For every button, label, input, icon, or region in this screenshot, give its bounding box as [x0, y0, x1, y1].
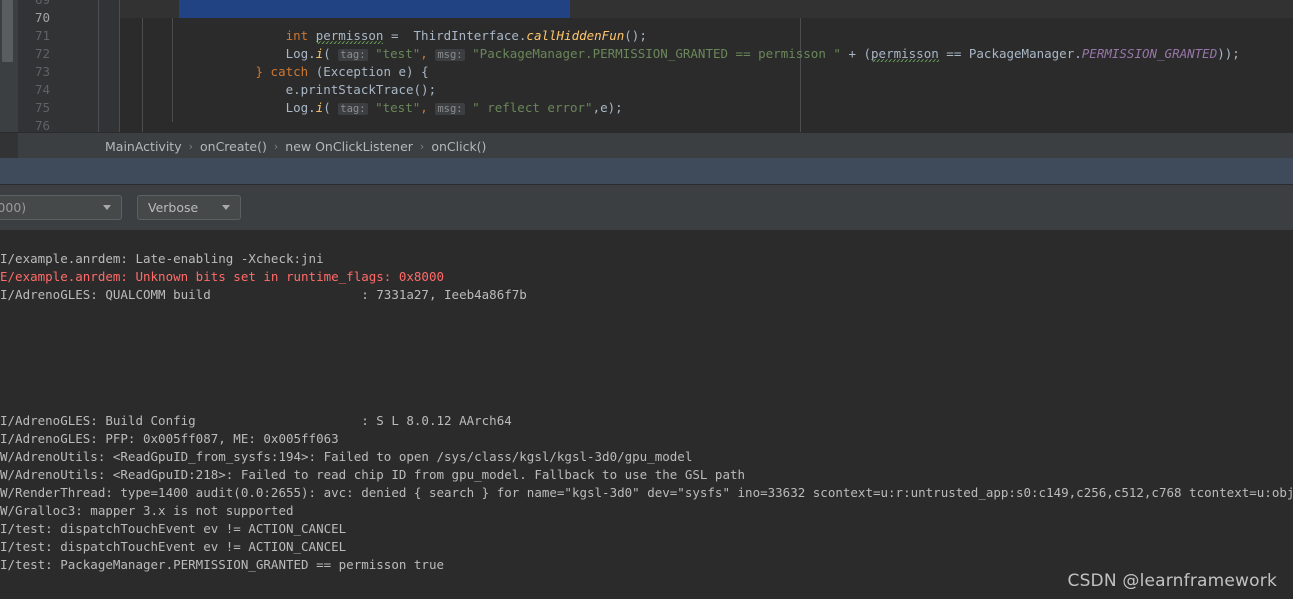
log-level-label: Verbose [148, 200, 199, 215]
code-line[interactable]: } [120, 117, 1293, 132]
editor-fold-column[interactable] [58, 0, 153, 132]
code-text-area[interactable]: int permisson = ThirdInterface.callHidde… [98, 0, 1293, 132]
line-number: 70 [34, 10, 50, 25]
chevron-down-icon[interactable] [103, 205, 111, 210]
log-line: W/AdrenoUtils: <ReadGpuID:218>: Failed t… [0, 467, 746, 482]
line-number: 69 [18, 0, 50, 9]
breadcrumb-item-mainactivity[interactable]: MainActivity [104, 139, 183, 154]
device-pid-label: (29000) [0, 200, 27, 215]
editor-gutter[interactable]: 69 70 71 72 73 74 75 76 [18, 0, 58, 132]
chevron-down-icon[interactable] [222, 205, 230, 210]
log-level-dropdown[interactable]: Verbose [137, 195, 241, 220]
log-line: W/Gralloc3: mapper 3.x is not supported [0, 503, 294, 518]
log-line: I/example.anrdem: Late-enabling -Xcheck:… [0, 251, 324, 266]
code-editor-pane: 69 70 71 72 73 74 75 76 [0, 0, 1293, 132]
line-number: 71 [34, 28, 50, 43]
code-line[interactable]: Log.i( tag: "test", msg: " reflect error… [120, 81, 1293, 115]
log-line: I/test: dispatchTouchEvent ev != ACTION_… [0, 539, 347, 554]
breadcrumb: MainActivity › onCreate() › new OnClickL… [104, 133, 487, 159]
editor-scrollbar-thumb[interactable] [2, 0, 13, 62]
line-number: 74 [34, 82, 50, 97]
log-line: I/AdrenoGLES: PFP: 0x005ff087, ME: 0x005… [0, 431, 339, 446]
code-line[interactable] [120, 0, 1293, 9]
indent-guide [98, 0, 99, 132]
breadcrumb-separator-icon: › [273, 139, 279, 153]
breadcrumb-item-oncreate[interactable]: onCreate() [199, 139, 268, 154]
android-studio-window: 69 70 71 72 73 74 75 76 [0, 0, 1293, 599]
code-line[interactable]: e.printStackTrace(); [120, 63, 1293, 97]
log-line: I/test: dispatchTouchEvent ev != ACTION_… [0, 521, 347, 536]
breadcrumb-item-onclick[interactable]: onClick() [430, 139, 487, 154]
line-number: 76 [34, 118, 50, 132]
log-line: W/RenderThread: type=1400 audit(0.0:2655… [0, 485, 1293, 500]
breadcrumb-item-onclicklistener[interactable]: new OnClickListener [284, 139, 414, 154]
code-line[interactable]: } catch (Exception e) { [120, 45, 1293, 79]
log-line: W/AdrenoUtils: <ReadGpuID_from_sysfs:194… [0, 449, 693, 464]
watermark: CSDN @learnframework [1067, 571, 1277, 591]
breadcrumb-bar: MainActivity › onCreate() › new OnClickL… [0, 132, 1293, 159]
log-line: I/AdrenoGLES: Build Config : S L 8.0.12 … [0, 413, 512, 428]
line-number: 73 [34, 64, 50, 79]
editor-left-scrollbar[interactable] [0, 0, 18, 132]
log-line: I/test: PackageManager.PERMISSION_GRANTE… [0, 557, 445, 572]
logcat-output-area[interactable]: I/example.anrdem: Late-enabling -Xcheck:… [0, 230, 1293, 599]
log-line: I/AdrenoGLES: QUALCOMM build : 7331a27, … [0, 287, 527, 302]
code-line[interactable]: Log.i( tag: "test", msg: "PackageManager… [120, 27, 1293, 64]
code-line[interactable] [120, 99, 1293, 117]
logcat-toolbar: mo (29000) Verbose Regex Show only selec… [0, 185, 1293, 405]
breadcrumb-separator-icon: › [188, 139, 193, 153]
panel-splitter-band[interactable] [0, 158, 1293, 185]
line-number: 72 [34, 46, 50, 61]
code-line[interactable]: int permisson = ThirdInterface.callHidde… [120, 9, 1293, 46]
device-process-dropdown[interactable]: mo (29000) [0, 195, 122, 220]
log-line: E/example.anrdem: Unknown bits set in ru… [0, 269, 445, 284]
code-lines: int permisson = ThirdInterface.callHidde… [120, 0, 1293, 132]
breadcrumb-separator-icon: › [419, 139, 425, 153]
line-number: 75 [34, 100, 50, 115]
breadcrumb-gutter-spacer [0, 133, 18, 159]
